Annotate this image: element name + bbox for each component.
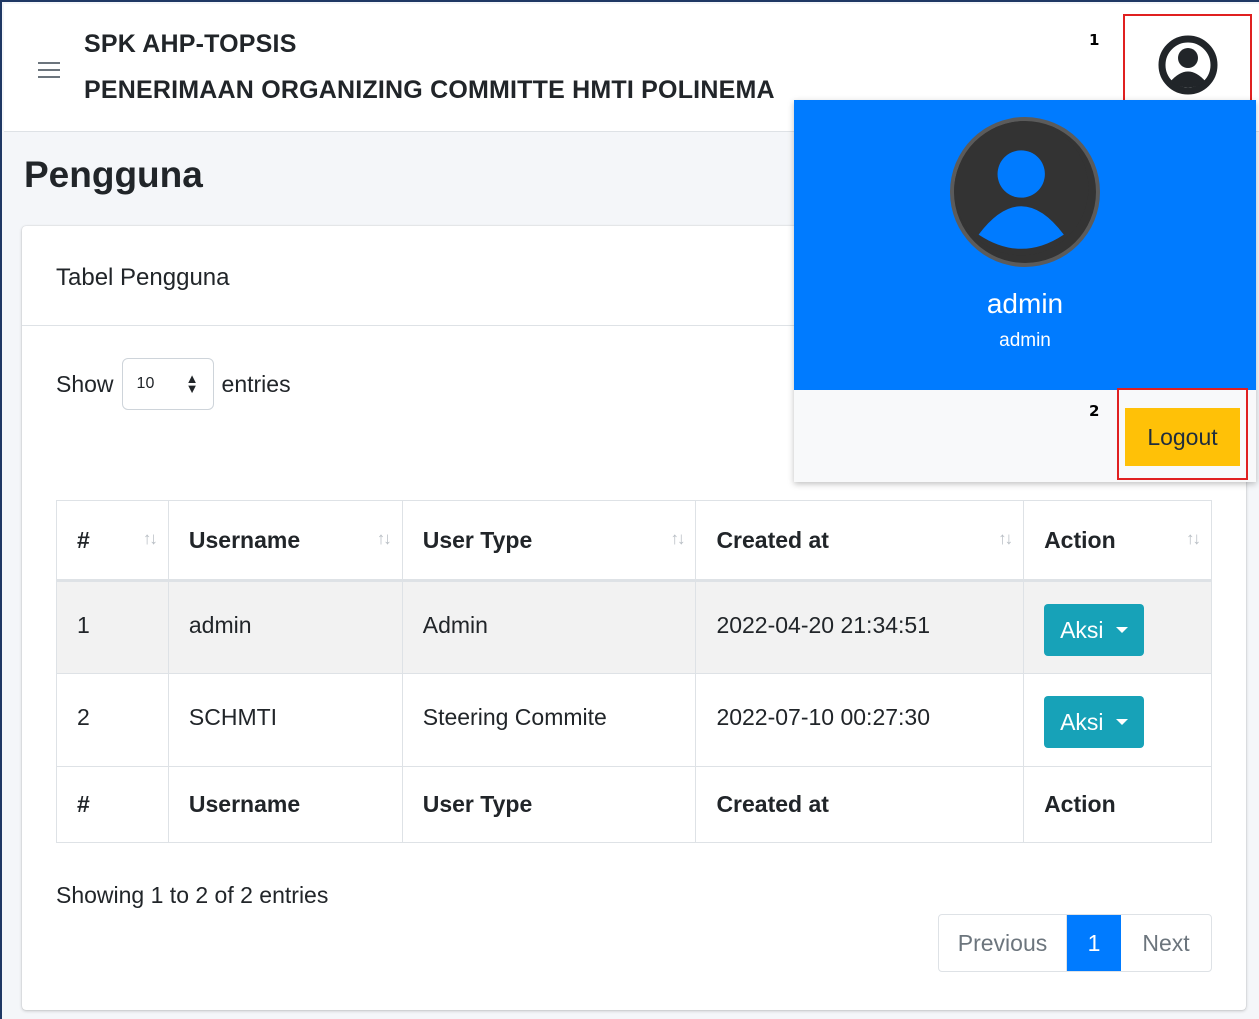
caret-down-icon [1115, 719, 1128, 725]
avatar [950, 117, 1100, 267]
sort-icon: ↑↓ [376, 529, 392, 548]
hamburger-icon[interactable] [38, 62, 60, 80]
table-info: Showing 1 to 2 of 2 entries [56, 882, 329, 908]
entries-select[interactable]: 10 ▲ ▼ [121, 358, 214, 410]
brand-subtitle: PENERIMAAN ORGANIZING COMMITTE HMTI POLI… [84, 76, 775, 104]
sort-icon: ↑↓ [142, 529, 158, 548]
footer-header-user-type: User Type [401, 766, 697, 843]
pagination-previous[interactable]: Previous [939, 915, 1067, 971]
cell-action: Aksi [1023, 673, 1212, 767]
entries-length-control: Show 10 ▲ ▼ entries [56, 358, 291, 410]
user-menu-toggle[interactable] [1123, 14, 1252, 107]
footer-header-created-at: Created at [695, 766, 1025, 843]
app-frame: SPK AHP-TOPSIS PENERIMAAN ORGANIZING COM… [0, 0, 1259, 1019]
table-row: 2 SCHMTI Steering Commite 2022-07-10 00:… [56, 673, 1212, 767]
footer-header-action: Action [1023, 766, 1212, 843]
user-name: admin [986, 288, 1064, 319]
pagination-page-1[interactable]: 1 [1067, 915, 1121, 971]
pagination: Previous 1 Next [938, 914, 1212, 972]
sort-icon: ↑↓ [670, 529, 685, 548]
footer-header-username: Username [167, 766, 403, 843]
user-dropdown-footer: Logout [794, 388, 1256, 482]
logout-button[interactable]: Logout [1125, 408, 1240, 466]
annotation-label-2: 2 [1089, 402, 1100, 420]
cell-number: 1 [56, 580, 169, 674]
select-updown-icon: ▲ ▼ [185, 371, 199, 396]
cell-action: Aksi [1023, 580, 1212, 674]
caret-down-icon [1115, 627, 1128, 633]
footer-header-number: # [56, 766, 169, 843]
show-label: Show [56, 370, 114, 397]
cell-number: 2 [56, 673, 169, 767]
cell-created-at: 2022-04-20 21:34:51 [695, 580, 1025, 674]
cell-user-type: Steering Commite [401, 673, 697, 767]
pagination-next[interactable]: Next [1121, 915, 1211, 971]
column-header-user-type[interactable]: User Type ↑↓ [401, 500, 697, 582]
sort-icon: ↑↓ [1186, 529, 1201, 548]
table-footer-row: # Username User Type Created at Action [56, 766, 1212, 843]
user-circle-icon [1158, 35, 1217, 94]
entries-select-value: 10 [136, 375, 155, 392]
sort-icon: ↑↓ [998, 529, 1013, 548]
cell-created-at: 2022-07-10 00:27:30 [695, 673, 1025, 767]
user-avatar-icon [954, 121, 1089, 256]
entries-label: entries [221, 370, 291, 397]
table-row: 1 admin Admin 2022-04-20 21:34:51 Aksi [56, 580, 1212, 674]
cell-username: admin [167, 580, 403, 674]
column-header-number[interactable]: # ↑↓ [56, 500, 169, 582]
brand-title: SPK AHP-TOPSIS [84, 30, 297, 58]
user-dropdown-menu: admin admin Logout [794, 100, 1256, 482]
cell-username: SCHMTI [167, 673, 403, 767]
aksi-label: Aksi [1060, 616, 1104, 643]
aksi-label: Aksi [1060, 708, 1104, 735]
cell-user-type: Admin [401, 580, 697, 674]
page-title: Pengguna [24, 154, 203, 195]
user-dropdown-header: admin admin [794, 100, 1256, 390]
table-header-row: # ↑↓ Username ↑↓ User Type ↑↓ Created at ↑↓ … [56, 500, 1212, 582]
annotation-label-1: 1 [1089, 31, 1100, 49]
card-title: Tabel Pengguna [56, 264, 230, 291]
column-header-action[interactable]: Action ↑↓ [1023, 500, 1212, 582]
users-table: # ↑↓ Username ↑↓ User Type ↑↓ Created at ↑↓ … [56, 500, 1212, 843]
column-header-created-at[interactable]: Created at ↑↓ [695, 500, 1025, 582]
logout-highlight-box: Logout [1117, 388, 1248, 480]
aksi-dropdown-button[interactable]: Aksi [1044, 604, 1144, 656]
user-role: admin [999, 330, 1051, 351]
aksi-dropdown-button[interactable]: Aksi [1044, 696, 1144, 748]
column-header-username[interactable]: Username ↑↓ [167, 500, 403, 582]
